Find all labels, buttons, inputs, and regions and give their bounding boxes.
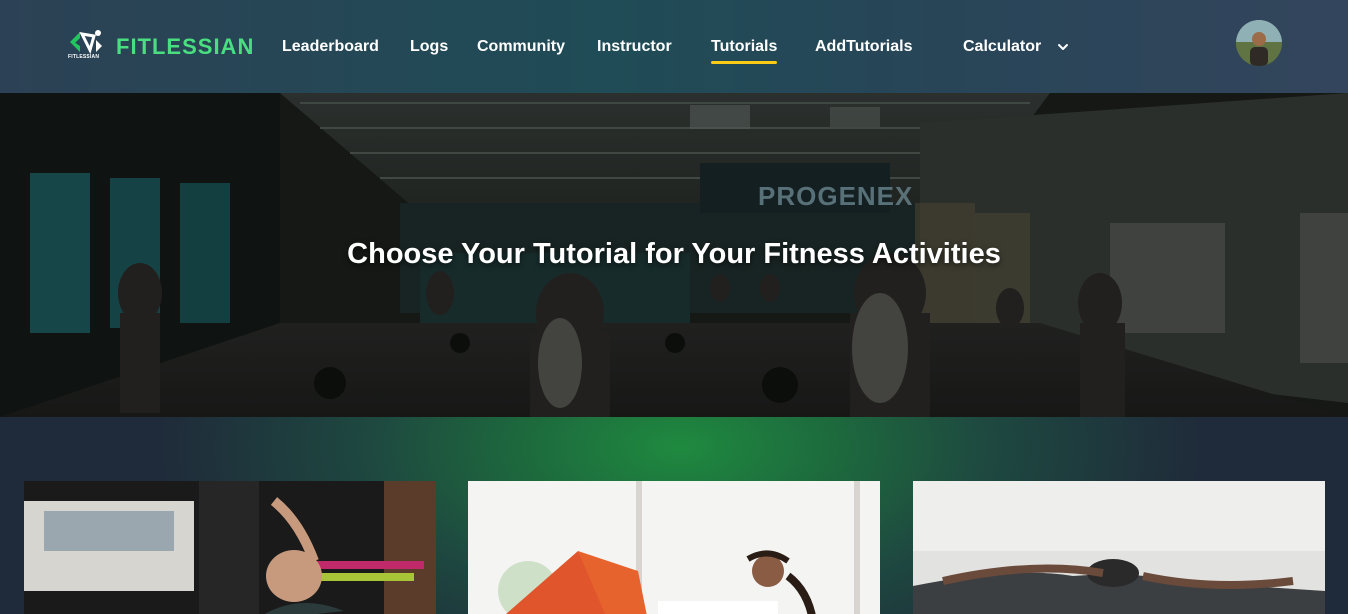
logo-tagline: FITLESSIAN <box>68 54 100 60</box>
tutorial-cards-section <box>0 417 1348 614</box>
woman-doing-crunches-photo <box>468 481 880 614</box>
avatar-photo <box>1236 20 1282 66</box>
user-avatar[interactable] <box>1236 20 1282 66</box>
top-navbar: FITLESSIAN FITLESSIAN Leaderboard Logs C… <box>0 0 1348 93</box>
tutorial-card[interactable] <box>24 481 436 614</box>
nav-community[interactable]: Community <box>477 38 565 56</box>
woman-yoga-pose-photo <box>913 481 1325 614</box>
brand-name[interactable]: FITLESSIAN <box>116 34 254 60</box>
nav-calculator[interactable]: Calculator <box>963 38 1041 56</box>
gym-wall-sign: PROGENEX <box>758 181 914 211</box>
chevron-down-icon[interactable] <box>1056 40 1070 54</box>
tutorial-card[interactable] <box>913 481 1325 614</box>
nav-logs[interactable]: Logs <box>410 38 448 56</box>
nav-instructor[interactable]: Instructor <box>597 38 672 56</box>
tutorial-card[interactable] <box>468 481 880 614</box>
nav-addtutorials[interactable]: AddTutorials <box>815 38 912 56</box>
woman-stretching-in-gym-photo <box>24 481 436 614</box>
hero-banner: PROGENEX Choose Your Tutorial for Your F… <box>0 93 1348 417</box>
hero-title: Choose Your Tutorial for Your Fitness Ac… <box>347 238 1001 270</box>
nav-leaderboard[interactable]: Leaderboard <box>282 38 379 56</box>
nav-tutorials[interactable]: Tutorials <box>711 38 778 64</box>
